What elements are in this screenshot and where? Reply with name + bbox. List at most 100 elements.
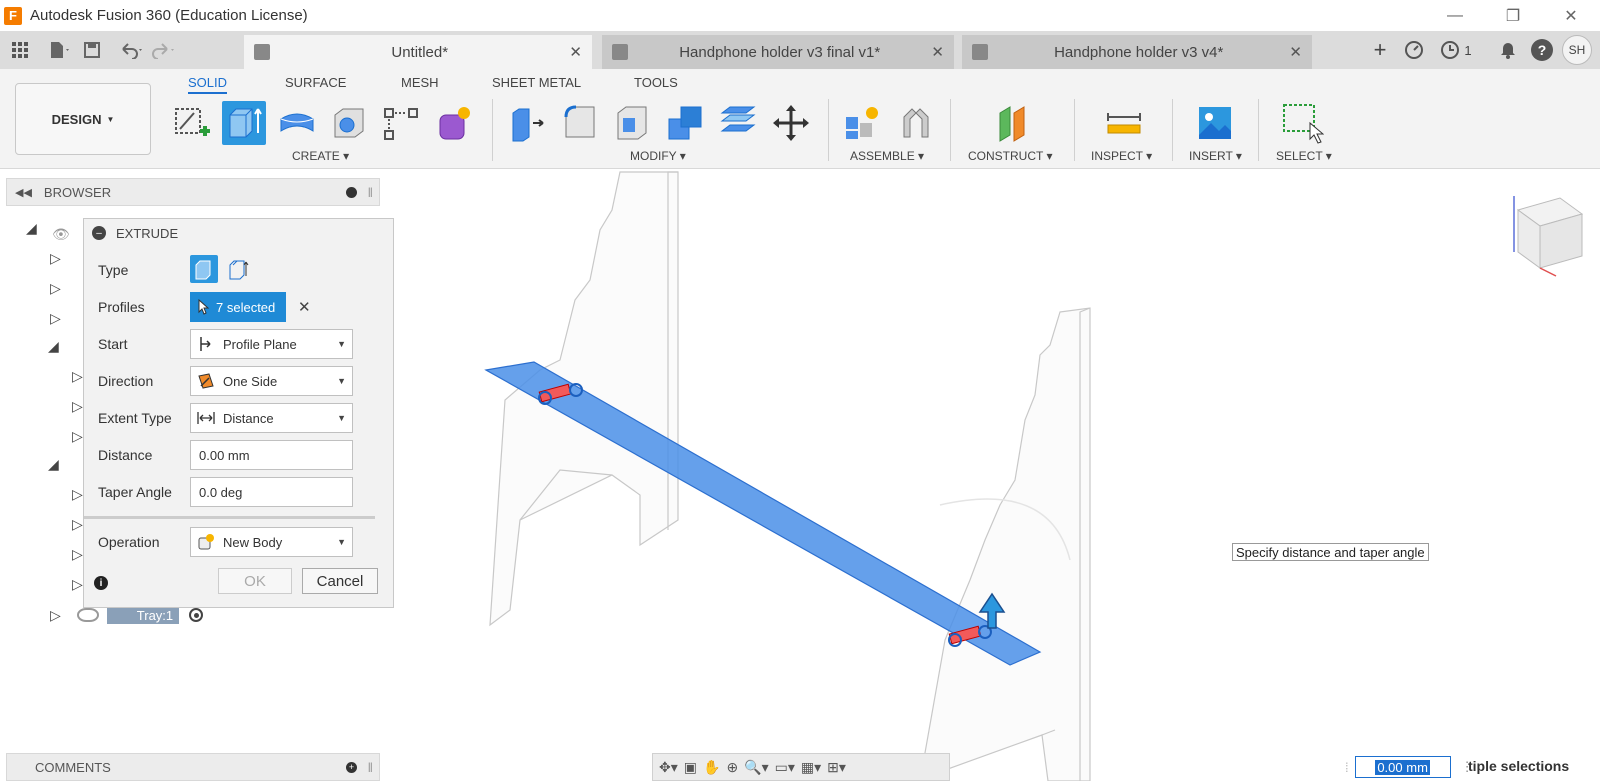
tab-mesh[interactable]: MESH (401, 75, 439, 90)
activate-component-icon[interactable] (189, 608, 204, 622)
tray-component-label[interactable]: Tray:1 (106, 606, 180, 624)
save-icon[interactable] (76, 34, 108, 66)
restore-button[interactable]: ❐ (1484, 0, 1542, 31)
construct-group-menu[interactable]: CONSTRUCT ▾ (968, 149, 1052, 163)
extrude-tool[interactable] (222, 101, 266, 145)
insert-group-menu[interactable]: INSERT ▾ (1189, 149, 1242, 163)
collapse-dialog-icon[interactable]: – (92, 226, 106, 240)
extensions-icon[interactable] (1400, 36, 1428, 64)
look-at-icon[interactable]: ▣ (684, 759, 697, 776)
tree-collapse-icon[interactable]: ▷ (50, 250, 61, 267)
tree-collapse-icon[interactable]: ▷ (72, 546, 83, 563)
undo-icon[interactable] (116, 34, 148, 66)
minimize-button[interactable]: — (1426, 0, 1484, 31)
select-group-menu[interactable]: SELECT ▾ (1276, 149, 1332, 163)
tab-tools[interactable]: TOOLS (634, 75, 678, 90)
tree-expand-icon[interactable]: ◢ (48, 338, 59, 355)
orbit-icon[interactable]: ✥▾ (659, 759, 678, 776)
fillet-tool[interactable] (558, 101, 602, 145)
viewports-icon[interactable]: ⊞▾ (827, 759, 846, 776)
direction-select[interactable]: One Side ▼ (190, 366, 353, 396)
comments-panel-header[interactable]: COMMENTS + ‖ (6, 753, 380, 781)
rectangular-pattern-tool[interactable] (379, 101, 423, 145)
visibility-eye-icon[interactable]: 👁 (52, 226, 70, 243)
tab-solid[interactable]: SOLID (188, 75, 228, 94)
start-select[interactable]: Profile Plane ▼ (190, 329, 353, 359)
help-icon[interactable]: ? (1528, 36, 1556, 64)
tree-collapse-icon[interactable]: ▷ (72, 428, 83, 445)
create-sketch-tool[interactable] (170, 101, 214, 145)
measure-tool[interactable] (1102, 101, 1146, 145)
tab-handphone-holder-v3-v4[interactable]: Handphone holder v3 v4* ✕ (962, 35, 1312, 69)
new-component-tool[interactable] (840, 101, 884, 145)
app-grid-icon[interactable] (4, 34, 36, 66)
tab-sheet-metal[interactable]: SHEET METAL (492, 75, 581, 90)
tree-collapse-icon[interactable]: ▷ (72, 516, 83, 533)
taper-angle-input[interactable]: 0.0 deg (190, 477, 353, 507)
tab-surface[interactable]: SURFACE (285, 75, 346, 90)
cancel-button[interactable]: Cancel (302, 568, 378, 594)
display-settings-icon[interactable]: ▭▾ (775, 759, 795, 776)
collapse-panel-icon[interactable]: ◀◀ (15, 186, 32, 199)
tab-untitled[interactable]: Untitled* ✕ (244, 35, 592, 69)
distance-heads-up-input[interactable]: 0.00 mm (1354, 756, 1451, 778)
tree-expand-icon[interactable]: ◢ (26, 220, 37, 237)
window-select-tool[interactable] (1280, 101, 1324, 145)
revolve-tool[interactable] (275, 101, 319, 145)
tree-item-tray[interactable]: ▷ Tray:1 (50, 606, 204, 624)
close-tab-icon[interactable]: ✕ (931, 43, 944, 61)
type-thin-icon[interactable] (224, 255, 252, 283)
grid-settings-icon[interactable]: ▦▾ (801, 759, 821, 776)
tree-collapse-icon[interactable]: ▷ (72, 398, 83, 415)
tree-expand-icon[interactable]: ◢ (48, 456, 59, 473)
redo-icon[interactable] (148, 34, 180, 66)
inspect-group-menu[interactable]: INSPECT ▾ (1091, 149, 1152, 163)
create-form-tool[interactable] (432, 101, 476, 145)
insert-canvas-tool[interactable] (1193, 101, 1237, 145)
tree-collapse-icon[interactable]: ▷ (50, 310, 61, 327)
move-copy-tool[interactable] (769, 101, 813, 145)
joint-tool[interactable] (894, 101, 938, 145)
zoom-window-icon[interactable]: ⊕ (726, 759, 738, 776)
hole-tool[interactable] (327, 101, 371, 145)
shell-tool[interactable] (610, 101, 654, 145)
pan-hand-icon[interactable]: ✋ (703, 759, 720, 776)
profiles-selection-button[interactable]: 7 selected (190, 292, 286, 322)
clear-selection-icon[interactable]: ✕ (298, 298, 311, 316)
close-tab-icon[interactable]: ✕ (569, 43, 582, 61)
input-grip-icon[interactable]: ⁞ (1345, 760, 1349, 775)
press-pull-tool[interactable] (505, 101, 549, 145)
assemble-group-menu[interactable]: ASSEMBLE ▾ (850, 149, 924, 163)
type-solid-icon[interactable] (190, 255, 218, 283)
job-status-icon[interactable]: 1 (1434, 36, 1478, 64)
new-tab-button[interactable]: + (1366, 36, 1394, 64)
tree-collapse-icon[interactable]: ▷ (50, 280, 61, 297)
tree-collapse-icon[interactable]: ▷ (50, 607, 61, 624)
notifications-bell-icon[interactable] (1494, 36, 1522, 64)
tab-handphone-holder-v3-final[interactable]: Handphone holder v3 final v1* ✕ (602, 35, 954, 69)
tree-collapse-icon[interactable]: ▷ (72, 486, 83, 503)
distance-input[interactable]: 0.00 mm (190, 440, 353, 470)
info-icon[interactable]: i (94, 576, 108, 590)
combine-tool[interactable] (663, 101, 707, 145)
modify-group-menu[interactable]: MODIFY ▾ (630, 149, 686, 163)
user-avatar[interactable]: SH (1562, 35, 1592, 65)
workspace-switcher-button[interactable]: DESIGN ▼ (15, 83, 151, 155)
offset-plane-tool[interactable] (990, 101, 1034, 145)
browser-panel-header[interactable]: ◀◀ BROWSER ‖ (6, 178, 380, 206)
tree-collapse-icon[interactable]: ▷ (72, 368, 83, 385)
add-comment-icon[interactable]: + (346, 761, 357, 773)
minimize-panel-icon[interactable] (346, 186, 357, 198)
operation-select[interactable]: New Body ▼ (190, 527, 353, 557)
zoom-icon[interactable]: 🔍▾ (744, 759, 768, 776)
dialog-title-bar[interactable]: – EXTRUDE (84, 219, 393, 247)
file-menu-icon[interactable] (44, 34, 76, 66)
visibility-eye-icon[interactable] (76, 608, 99, 622)
offset-face-tool[interactable] (716, 101, 760, 145)
extent-type-select[interactable]: Distance ▼ (190, 403, 353, 433)
panel-grip-icon[interactable]: ‖ (368, 185, 373, 200)
tree-collapse-icon[interactable]: ▷ (72, 576, 83, 593)
create-group-menu[interactable]: CREATE ▾ (292, 149, 349, 163)
close-window-button[interactable]: ✕ (1542, 0, 1600, 31)
close-tab-icon[interactable]: ✕ (1289, 43, 1302, 61)
